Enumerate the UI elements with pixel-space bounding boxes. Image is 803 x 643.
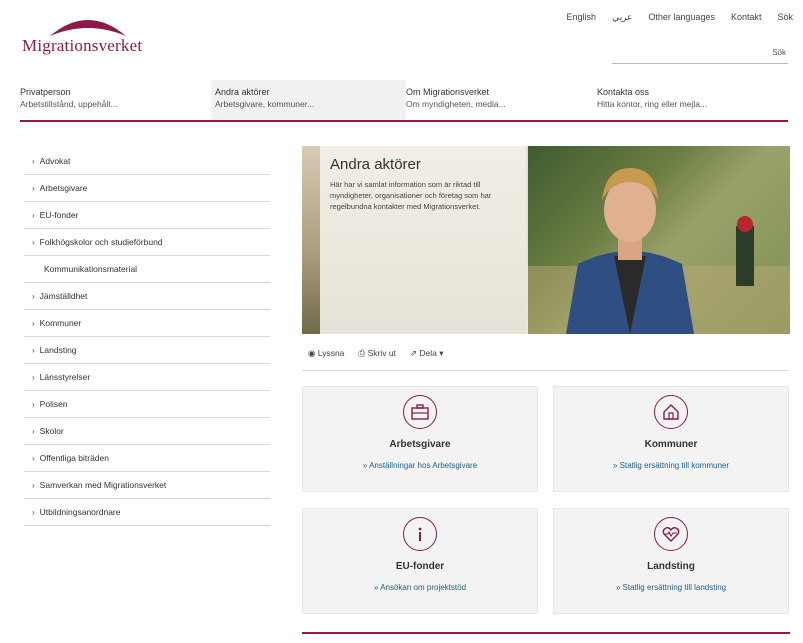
speaker-icon: ◉ [308, 348, 318, 358]
sidebar-item-kommuner[interactable]: › Kommuner [24, 310, 270, 337]
info-icon [403, 517, 437, 551]
card-link[interactable]: » Anställningar hos Arbetsgivare [303, 461, 537, 470]
sidebar: › Advokat › Arbetsgivare › EU-fonder › Folkh… [24, 148, 270, 526]
hero-intro-text: Här har vi samlat information som är rik… [330, 180, 492, 211]
main-nav: Privatperson Arbetstillstånd, uppehåll..… [20, 80, 788, 122]
sidebar-item-jamstalldhet[interactable]: › Jämställdhet [24, 283, 270, 310]
listen-button[interactable]: ◉ Lyssna [308, 348, 344, 359]
search-input[interactable]: Sök [612, 44, 788, 64]
divider [302, 370, 790, 371]
footer-divider [302, 632, 790, 634]
chevron-right-icon: › [32, 183, 35, 193]
card-link[interactable]: » Ansökan om projektstöd [303, 583, 537, 592]
hero-banner: Andra aktörer Här har vi samlat informat… [302, 146, 790, 334]
sidebar-item-folkhogskolor[interactable]: › Folkhögskolor och studieförbund [24, 229, 270, 256]
nav-sub: Om myndigheten, media... [406, 99, 506, 109]
chevron-right-icon: › [32, 237, 35, 247]
hero-photo [526, 146, 790, 334]
link-contact[interactable]: Kontakt [731, 12, 762, 23]
logo-text: Migrationsverket [22, 36, 143, 55]
nav-andra-aktorer[interactable]: Andra aktörer Arbetsgivare, kommuner... [211, 80, 406, 120]
nav-label: Kontakta oss [597, 87, 650, 97]
chevron-right-icon: › [32, 372, 35, 382]
sidebar-item-polisen[interactable]: › Polisen [24, 391, 270, 418]
person-photo-icon [526, 168, 790, 334]
chevron-right-icon: › [32, 426, 35, 436]
share-button[interactable]: ⇗ Dela ▾ [410, 348, 444, 359]
sidebar-item-arbetsgivare[interactable]: › Arbetsgivare [24, 175, 270, 202]
sidebar-item-utbildningsanordnare[interactable]: › Utbildningsanordnare [24, 499, 270, 526]
sidebar-item-offentliga-bitraden[interactable]: › Offentliga biträden [24, 445, 270, 472]
nav-om-migrationsverket[interactable]: Om Migrationsverket Om myndigheten, medi… [406, 80, 597, 120]
card-title: EU-fonder [395, 561, 445, 572]
printer-icon: ⎙ [358, 348, 368, 358]
nav-privatperson[interactable]: Privatperson Arbetstillstånd, uppehåll..… [20, 80, 211, 120]
sidebar-item-landsting[interactable]: › Landsting [24, 337, 270, 364]
house-icon [654, 395, 688, 429]
card-landsting[interactable]: Landsting » Statlig ersättning till land… [553, 508, 789, 614]
top-links: English عربي Other languages Kontakt Sök [567, 12, 793, 23]
logo-arc-icon [50, 20, 126, 36]
hero-overlay: Andra aktörer Här har vi samlat informat… [320, 146, 528, 334]
card-link[interactable]: » Statlig ersättning till kommuner [554, 461, 788, 470]
chevron-right-icon: › [32, 507, 35, 517]
nav-label: Privatperson [20, 87, 71, 97]
page-toolbar: ◉ Lyssna ⎙ Skriv ut ⇗ Dela ▾ [308, 348, 444, 359]
chevron-right-icon: › [32, 399, 35, 409]
chevron-right-icon: › [32, 345, 35, 355]
card-kommuner[interactable]: Kommuner » Statlig ersättning till kommu… [553, 386, 789, 492]
chevron-right-icon: › [32, 156, 35, 166]
card-title: Arbetsgivare [389, 439, 451, 450]
heart-pulse-icon [654, 517, 688, 551]
link-other-languages[interactable]: Other languages [648, 12, 715, 23]
briefcase-icon [403, 395, 437, 429]
nav-sub: Arbetsgivare, kommuner... [215, 99, 315, 109]
card-arbetsgivare[interactable]: Arbetsgivare » Anställningar hos Arbetsg… [302, 386, 538, 492]
chevron-right-icon: › [32, 453, 35, 463]
chevron-right-icon: › [32, 210, 35, 220]
card-link[interactable]: » Statlig ersättning till landsting [554, 583, 788, 592]
link-arabic[interactable]: عربي [612, 12, 632, 23]
chevron-right-icon: › [32, 480, 35, 490]
link-search[interactable]: Sök [777, 12, 793, 23]
chevron-down-icon: ▾ [436, 348, 444, 358]
nav-sub: Arbetstillstånd, uppehåll... [20, 99, 118, 109]
sidebar-item-kommunikationsmaterial[interactable]: Kommunikationsmaterial [24, 256, 270, 283]
card-title: Kommuner [644, 439, 698, 450]
chevron-right-icon: › [32, 291, 35, 301]
print-button[interactable]: ⎙ Skriv ut [358, 348, 396, 359]
nav-kontakta-oss[interactable]: Kontakta oss Hitta kontor, ring eller me… [597, 80, 788, 120]
chevron-right-icon: › [32, 318, 35, 328]
sidebar-item-eu-fonder[interactable]: › EU-fonder [24, 202, 270, 229]
sidebar-item-skolor[interactable]: › Skolor [24, 418, 270, 445]
share-icon: ⇗ [409, 348, 420, 358]
nav-sub: Hitta kontor, ring eller mejla... [597, 99, 708, 109]
page-title: Andra aktörer [330, 156, 421, 173]
nav-label: Om Migrationsverket [406, 87, 490, 97]
card-eu-fonder[interactable]: EU-fonder » Ansökan om projektstöd [302, 508, 538, 614]
nav-label: Andra aktörer [215, 87, 270, 97]
search-button[interactable]: Sök [772, 48, 786, 57]
site-logo[interactable]: Migrationsverket [22, 10, 162, 58]
sidebar-item-samverkan[interactable]: › Samverkan med Migrationsverket [24, 472, 270, 499]
sidebar-item-advokat[interactable]: › Advokat [24, 148, 270, 175]
link-english[interactable]: English [567, 12, 597, 23]
card-title: Landsting [647, 561, 695, 572]
sidebar-item-lansstyrelser[interactable]: › Länsstyrelser [24, 364, 270, 391]
